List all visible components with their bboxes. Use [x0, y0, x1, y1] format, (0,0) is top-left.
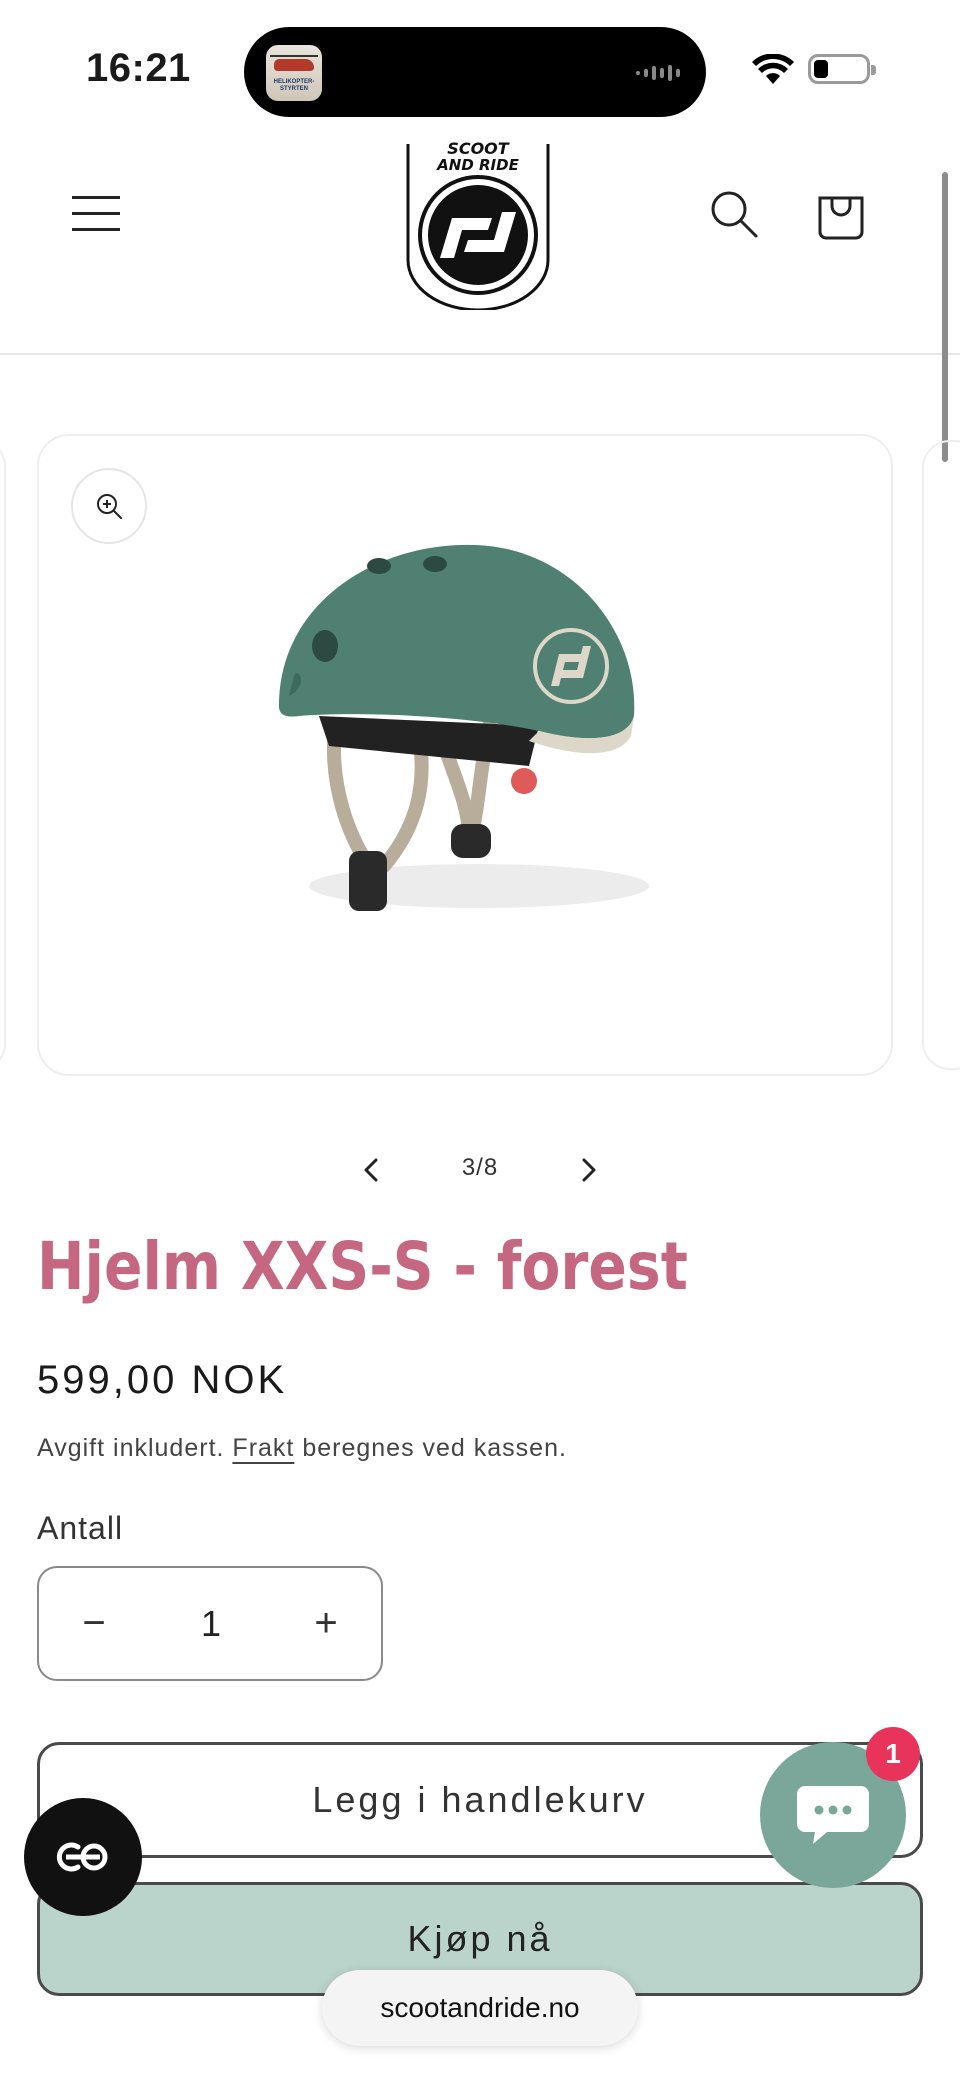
browser-url-pill[interactable]: scootandride.no	[322, 1970, 638, 2046]
next-slide-peek[interactable]	[922, 440, 960, 1070]
shipping-link[interactable]: Frakt	[232, 1434, 294, 1462]
dynamic-island: HELIKOPTER-STYRTEN	[244, 27, 706, 117]
quantity-input[interactable]: 1	[149, 1568, 273, 1679]
accessibility-widget-button[interactable]	[24, 1798, 142, 1916]
chat-bubble-icon	[797, 1786, 869, 1844]
svg-text:AND RIDE: AND RIDE	[436, 156, 519, 174]
slide-counter: 3/8	[461, 1154, 499, 1181]
audio-wave-icon	[636, 65, 680, 81]
product-title: Hjelm XXS-S - forest	[37, 1228, 688, 1305]
tax-suffix: beregnes ved kassen.	[302, 1434, 567, 1462]
product-price: 599,00 NOK	[37, 1358, 288, 1402]
product-image-helmet	[279, 544, 649, 911]
chevron-right-icon[interactable]	[566, 1148, 610, 1192]
co-logo-icon	[56, 1842, 108, 1872]
product-image-card[interactable]	[37, 434, 893, 1076]
chevron-left-icon[interactable]	[350, 1148, 394, 1192]
zoom-button[interactable]	[71, 468, 147, 544]
wifi-icon	[752, 54, 794, 84]
tax-note: Avgift inkludert. Frakt beregnes ved kas…	[37, 1434, 567, 1463]
scoot-and-ride-logo[interactable]: SCOOT AND RIDE	[404, 139, 552, 312]
cart-icon[interactable]	[816, 188, 866, 240]
site-header: SCOOT AND RIDE	[0, 130, 960, 355]
gallery-pager: 3/8	[0, 1138, 960, 1198]
logo-badge-icon: SCOOT AND RIDE	[406, 139, 550, 312]
status-time: 16:21	[86, 46, 191, 90]
battery-icon	[808, 54, 876, 84]
quantity-label: Antall	[37, 1510, 124, 1546]
quantity-stepper: − 1 +	[37, 1566, 383, 1681]
live-activity-app-icon: HELIKOPTER-STYRTEN	[266, 45, 322, 101]
tax-prefix: Avgift inkludert.	[37, 1434, 225, 1462]
quantity-increase-button[interactable]: +	[271, 1568, 381, 1679]
chat-notification-badge: 1	[866, 1727, 920, 1781]
page-scrollbar[interactable]	[942, 172, 948, 462]
quantity-decrease-button[interactable]: −	[39, 1568, 149, 1679]
search-icon[interactable]	[708, 188, 760, 240]
previous-slide-peek[interactable]	[0, 440, 6, 1070]
zoom-in-icon	[97, 494, 122, 519]
hamburger-icon[interactable]	[72, 192, 122, 236]
status-bar: 16:21 HELIKOPTER-STYRTEN	[0, 0, 960, 130]
